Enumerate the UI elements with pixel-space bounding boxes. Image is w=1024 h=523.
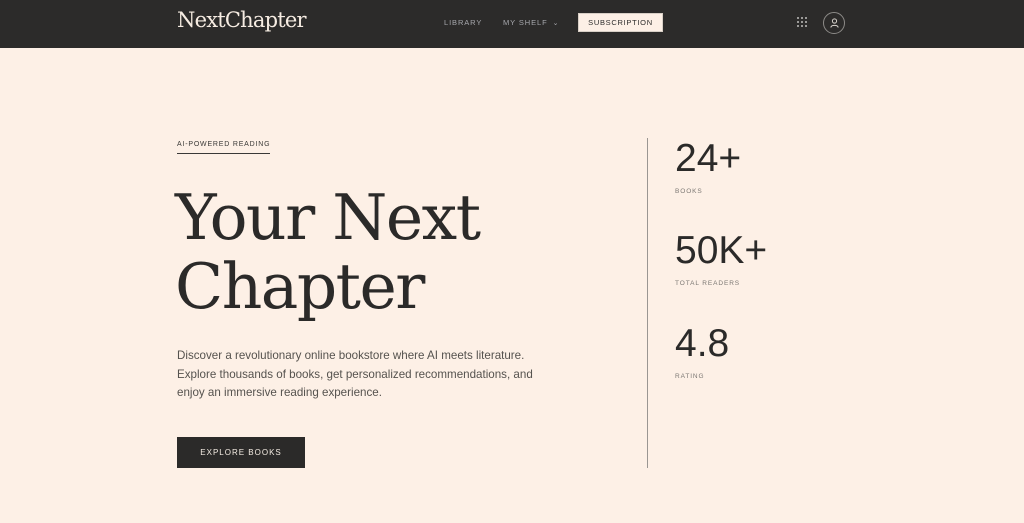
hero-headline-line2: Chapter xyxy=(175,250,425,323)
stat-value: 24+ xyxy=(675,137,742,180)
apps-grid-icon[interactable] xyxy=(797,17,807,27)
nav-my-shelf-label: MY SHELF xyxy=(503,18,548,27)
hero-eyebrow: AI-POWERED READING xyxy=(177,141,271,154)
stat-value: 50K+ xyxy=(675,229,768,272)
stat-total-readers: 50K+ TOTAL READERS xyxy=(675,229,768,288)
grid-dot xyxy=(797,21,799,23)
explore-books-button[interactable]: EXPLORE BOOKS xyxy=(177,437,305,468)
grid-dot xyxy=(801,21,803,23)
grid-dot xyxy=(797,25,799,27)
grid-dot xyxy=(801,25,803,27)
grid-dot xyxy=(801,17,803,19)
chevron-down-icon: ⌄ xyxy=(552,20,560,27)
grid-dot xyxy=(805,17,807,19)
user-account-button[interactable] xyxy=(823,12,845,34)
stat-value: 4.8 xyxy=(675,322,730,365)
top-navigation-bar: NextChapter LIBRARY MY SHELF ⌄ SUBSCRIPTI… xyxy=(0,0,1024,48)
stat-label: RATING xyxy=(675,373,705,380)
subscription-button[interactable]: SUBSCRIPTION xyxy=(578,13,663,32)
grid-dot xyxy=(805,21,807,23)
stat-rating: 4.8 RATING xyxy=(675,322,730,381)
stat-label: TOTAL READERS xyxy=(675,280,741,287)
user-icon xyxy=(830,18,839,28)
hero-headline: Your Next Chapter xyxy=(175,183,595,321)
nav-my-shelf[interactable]: MY SHELF ⌄ xyxy=(503,18,559,27)
grid-dot xyxy=(805,25,807,27)
nav-library[interactable]: LIBRARY xyxy=(444,18,482,27)
hero-description: Discover a revolutionary online bookstor… xyxy=(177,349,533,399)
stat-label: BOOKS xyxy=(675,188,703,195)
hero-headline-line1: Your Next xyxy=(175,181,481,254)
logo[interactable]: NextChapter xyxy=(177,8,307,32)
vertical-divider xyxy=(647,138,648,468)
grid-dot xyxy=(797,17,799,19)
stat-books: 24+ BOOKS xyxy=(675,137,742,196)
